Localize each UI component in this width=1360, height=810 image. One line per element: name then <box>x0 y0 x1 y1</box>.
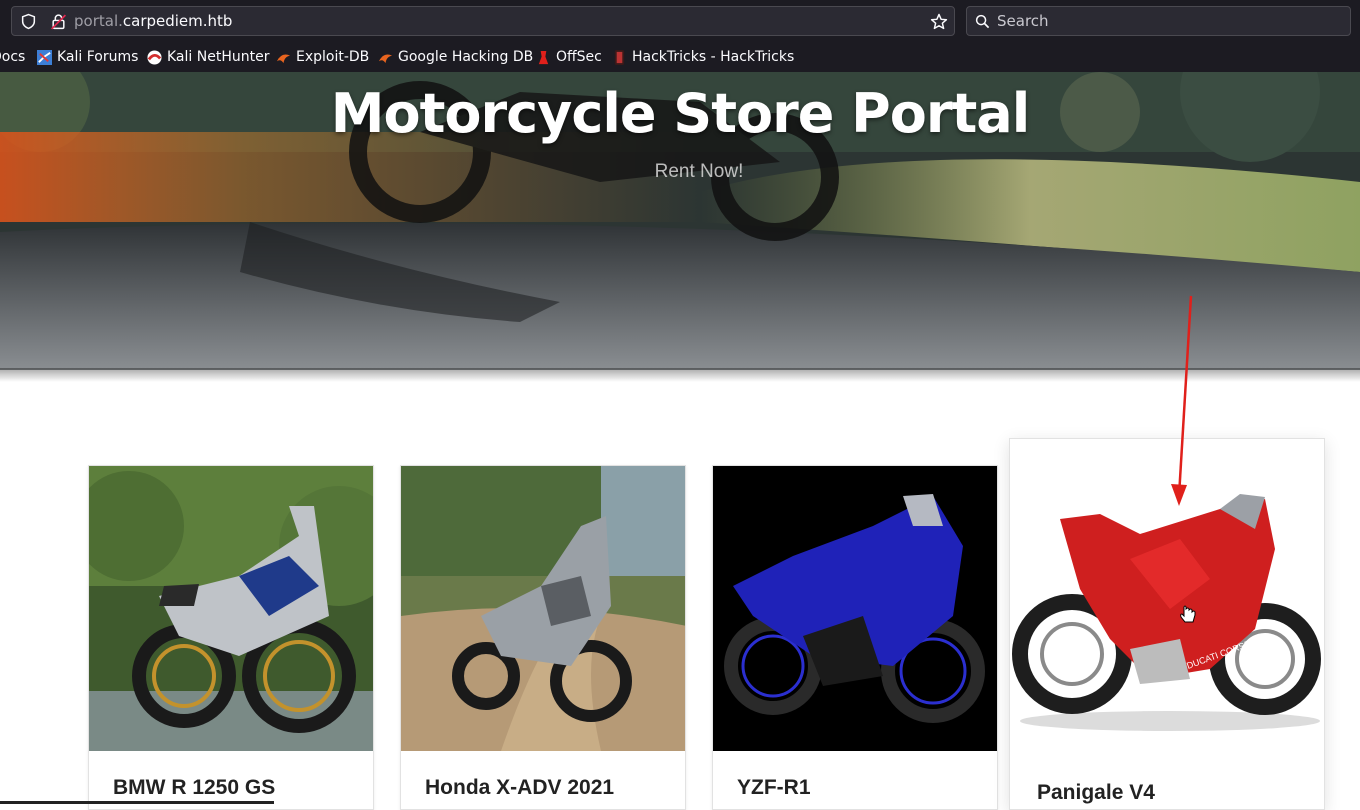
address-bar[interactable]: portal.carpediem.htb <box>11 6 955 36</box>
product-title: Panigale V4 <box>1037 781 1155 804</box>
bookmark-label: Exploit-DB <box>296 49 370 65</box>
bookmark-label: HackTricks - HackTricks <box>632 49 795 65</box>
product-card-hovered[interactable]: DUCATI CORSE Panigale V4 <box>1009 438 1325 810</box>
product-title: BMW R 1250 GS <box>113 776 276 799</box>
hacktricks-icon <box>614 49 625 65</box>
bookmark-label: Kali NetHunter <box>167 49 270 65</box>
bookmark-exploit-db[interactable]: Exploit-DB <box>276 47 369 67</box>
product-card[interactable]: BMW R 1250 GS <box>88 465 374 810</box>
bookmark-label: Google Hacking DB <box>398 49 534 65</box>
search-bar[interactable]: Search <box>966 6 1351 36</box>
kali-forums-icon <box>37 49 52 65</box>
bookmark-label: Docs <box>0 49 26 65</box>
search-placeholder: Search <box>997 12 1049 30</box>
kali-nethunter-icon <box>147 49 162 65</box>
bookmark-hacktricks[interactable]: HackTricks - HackTricks <box>612 47 794 67</box>
product-image[interactable]: DUCATI CORSE <box>1010 439 1324 759</box>
bookmark-label: Kali Forums <box>57 49 139 65</box>
yamaha-yzf-r1-image <box>713 466 997 751</box>
ducati-panigale-v4-image: DUCATI CORSE <box>1010 439 1324 759</box>
product-image[interactable] <box>713 466 997 751</box>
bookmark-kali-nethunter[interactable]: Kali NetHunter <box>147 47 269 67</box>
hero-subtitle[interactable]: Rent Now! <box>0 161 1360 183</box>
product-image[interactable] <box>89 466 373 751</box>
search-icon <box>975 14 990 29</box>
honda-xadv-image <box>401 466 685 751</box>
bookmark-google-hacking-db[interactable]: Google Hacking DB <box>378 47 533 67</box>
bookmark-label: OffSec <box>556 49 602 65</box>
product-card[interactable]: YZF-R1 <box>712 465 998 810</box>
google-hacking-db-icon <box>378 54 393 63</box>
hero-banner: Motorcycle Store Portal Rent Now! <box>0 72 1360 370</box>
bookmarks-toolbar: Docs Kali Forums Kali NetHunter Exploit-… <box>0 44 1360 70</box>
product-image[interactable] <box>401 466 685 751</box>
hero-divider-shadow <box>0 368 1360 382</box>
url-host: carpediem.htb <box>122 12 233 30</box>
insecure-lock-icon[interactable] <box>50 13 67 30</box>
tracking-protection-shield-icon[interactable] <box>20 13 37 30</box>
bmw-r1250gs-image <box>89 466 373 751</box>
bookmark-star-icon[interactable] <box>930 13 948 31</box>
bookmark-docs[interactable]: Docs <box>0 47 25 67</box>
url-text[interactable]: portal.carpediem.htb <box>74 12 232 31</box>
product-title: Honda X-ADV 2021 <box>425 776 615 799</box>
exploit-db-icon <box>276 54 291 63</box>
browser-toolbar: portal.carpediem.htb Search Docs Kali Fo… <box>0 0 1360 72</box>
product-title: YZF-R1 <box>737 776 811 799</box>
offsec-icon <box>538 50 549 64</box>
product-card[interactable]: Honda X-ADV 2021 <box>400 465 686 810</box>
bookmark-offsec[interactable]: OffSec <box>536 47 602 67</box>
hero-title: Motorcycle Store Portal <box>330 82 1030 145</box>
bookmark-kali-forums[interactable]: Kali Forums <box>37 47 138 67</box>
url-subdomain: portal. <box>74 12 123 30</box>
